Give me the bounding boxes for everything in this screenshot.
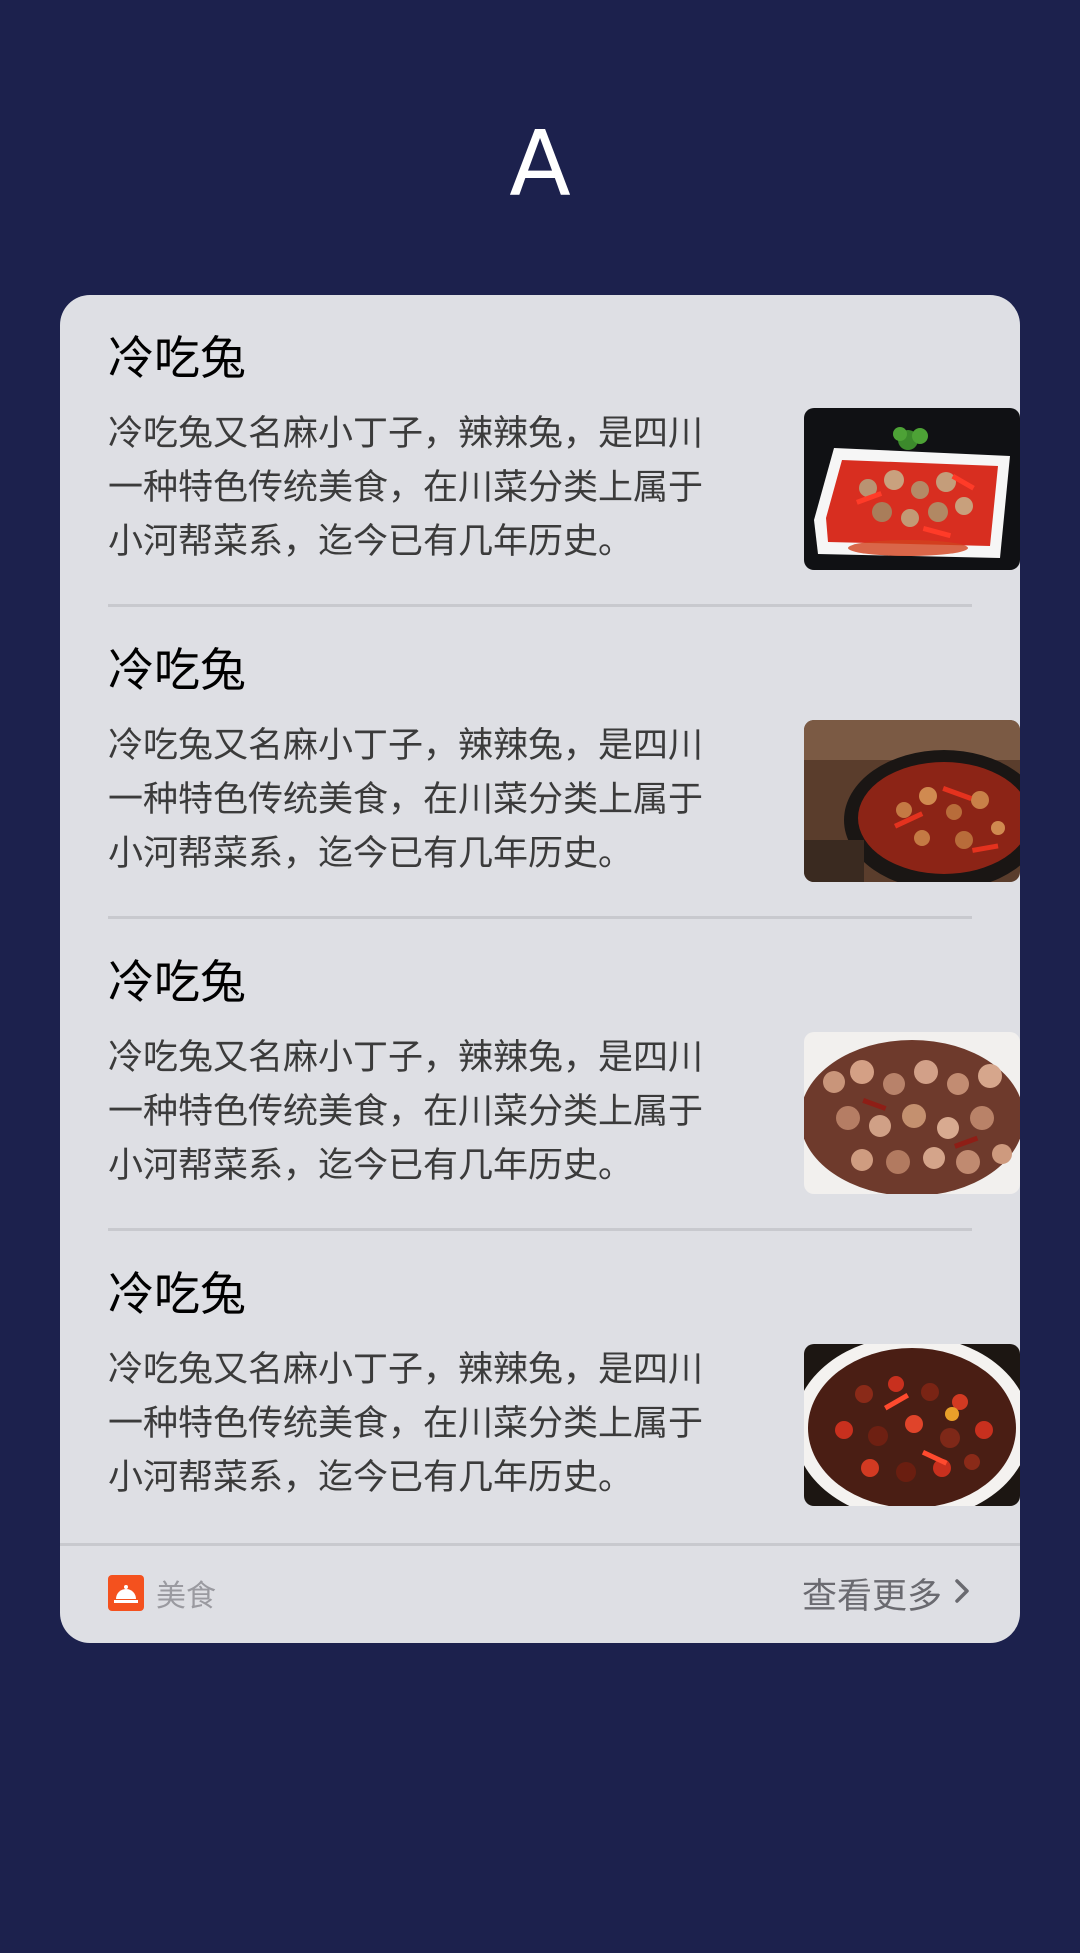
- spicy-rabbit-pot-image: [804, 720, 1020, 882]
- spicy-rabbit-bowl-image: [804, 1032, 1020, 1194]
- list-item[interactable]: 冷吃兔 冷吃兔又名麻小丁子，辣辣兔，是四川一种特色传统美食，在川菜分类上属于小河…: [108, 295, 1020, 607]
- food-cloche-icon: [108, 1575, 144, 1611]
- category-tag: 美食: [108, 1568, 216, 1618]
- list-item[interactable]: 冷吃兔 冷吃兔又名麻小丁子，辣辣兔，是四川一种特色传统美食，在川菜分类上属于小河…: [108, 607, 1020, 919]
- view-more-link[interactable]: 查看更多: [802, 1568, 972, 1618]
- chevron-right-icon: [952, 1576, 972, 1610]
- card-footer: 美食 查看更多: [60, 1543, 1020, 1643]
- spicy-rabbit-dish-image: [804, 1344, 1020, 1506]
- header-letter: A: [509, 112, 571, 217]
- list-item[interactable]: 冷吃兔 冷吃兔又名麻小丁子，辣辣兔，是四川一种特色传统美食，在川菜分类上属于小河…: [108, 1231, 1020, 1543]
- category-label: 美食: [156, 1579, 216, 1614]
- food-card: 冷吃兔 冷吃兔又名麻小丁子，辣辣兔，是四川一种特色传统美食，在川菜分类上属于小河…: [60, 295, 1020, 1643]
- item-description: 冷吃兔又名麻小丁子，辣辣兔，是四川一种特色传统美食，在川菜分类上属于小河帮菜系，…: [108, 1350, 704, 1498]
- item-title: 冷吃兔: [108, 643, 246, 697]
- item-description: 冷吃兔又名麻小丁子，辣辣兔，是四川一种特色传统美食，在川菜分类上属于小河帮菜系，…: [108, 1038, 704, 1186]
- item-title: 冷吃兔: [108, 331, 246, 385]
- list-item[interactable]: 冷吃兔 冷吃兔又名麻小丁子，辣辣兔，是四川一种特色传统美食，在川菜分类上属于小河…: [108, 919, 1020, 1231]
- view-more-label: 查看更多: [801, 1576, 942, 1617]
- item-description: 冷吃兔又名麻小丁子，辣辣兔，是四川一种特色传统美食，在川菜分类上属于小河帮菜系，…: [108, 726, 704, 874]
- item-description: 冷吃兔又名麻小丁子，辣辣兔，是四川一种特色传统美食，在川菜分类上属于小河帮菜系，…: [108, 414, 704, 562]
- spicy-rabbit-plate-image: [804, 408, 1020, 570]
- item-title: 冷吃兔: [108, 1267, 246, 1321]
- footer-divider: [60, 1543, 1020, 1546]
- item-title: 冷吃兔: [108, 955, 246, 1009]
